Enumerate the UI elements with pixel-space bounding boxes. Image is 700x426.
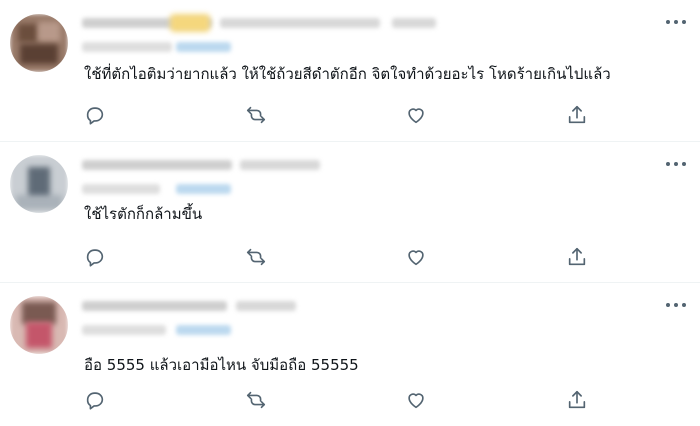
timestamp-redacted[interactable] (392, 18, 436, 28)
timestamp-redacted[interactable] (236, 301, 296, 311)
replying-to-redacted (82, 42, 172, 52)
heart-icon[interactable] (405, 389, 429, 413)
more-icon[interactable] (666, 18, 686, 26)
share-icon[interactable] (566, 104, 590, 128)
reply-icon[interactable] (84, 104, 108, 128)
reply-actions (0, 246, 700, 270)
share-icon[interactable] (566, 246, 590, 270)
retweet-icon[interactable] (245, 389, 269, 413)
display-name-redacted[interactable] (82, 301, 227, 311)
avatar[interactable] (10, 155, 68, 213)
reply-text: ใช้ที่ตักไอติมว่ายากแล้ว ให้ใช้ถ้วยสีดำต… (84, 65, 611, 83)
reply-item[interactable]: ใช้ไรตักก็กล้ามขึ้น (0, 142, 700, 283)
reply-icon[interactable] (84, 246, 108, 270)
handle-redacted[interactable] (220, 18, 380, 28)
reply-actions (0, 104, 700, 128)
reply-icon[interactable] (84, 389, 108, 413)
heart-icon[interactable] (405, 104, 429, 128)
retweet-icon[interactable] (245, 246, 269, 270)
name-emoji-redacted (170, 14, 210, 32)
retweet-icon[interactable] (245, 104, 269, 128)
reply-item[interactable]: ใช้ที่ตักไอติมว่ายากแล้ว ให้ใช้ถ้วยสีดำต… (0, 0, 700, 142)
reply-item[interactable]: อือ 5555 แล้วเอามือไหน จับมือถือ 55555 (0, 283, 700, 426)
display-name-redacted[interactable] (82, 160, 232, 170)
heart-icon[interactable] (405, 246, 429, 270)
more-icon[interactable] (666, 301, 686, 309)
reply-text: อือ 5555 แล้วเอามือไหน จับมือถือ 55555 (84, 356, 359, 374)
timestamp-redacted[interactable] (240, 160, 320, 170)
replying-to-redacted (82, 184, 160, 194)
reply-feed: ใช้ที่ตักไอติมว่ายากแล้ว ให้ใช้ถ้วยสีดำต… (0, 0, 700, 426)
replying-to-redacted (82, 325, 166, 335)
replying-to-link-redacted[interactable] (176, 184, 231, 194)
avatar[interactable] (10, 14, 68, 72)
avatar[interactable] (10, 296, 68, 354)
reply-actions (0, 389, 700, 413)
more-icon[interactable] (666, 160, 686, 168)
replying-to-link-redacted[interactable] (176, 325, 231, 335)
share-icon[interactable] (566, 389, 590, 413)
reply-text: ใช้ไรตักก็กล้ามขึ้น (84, 205, 203, 223)
replying-to-link-redacted[interactable] (176, 42, 231, 52)
